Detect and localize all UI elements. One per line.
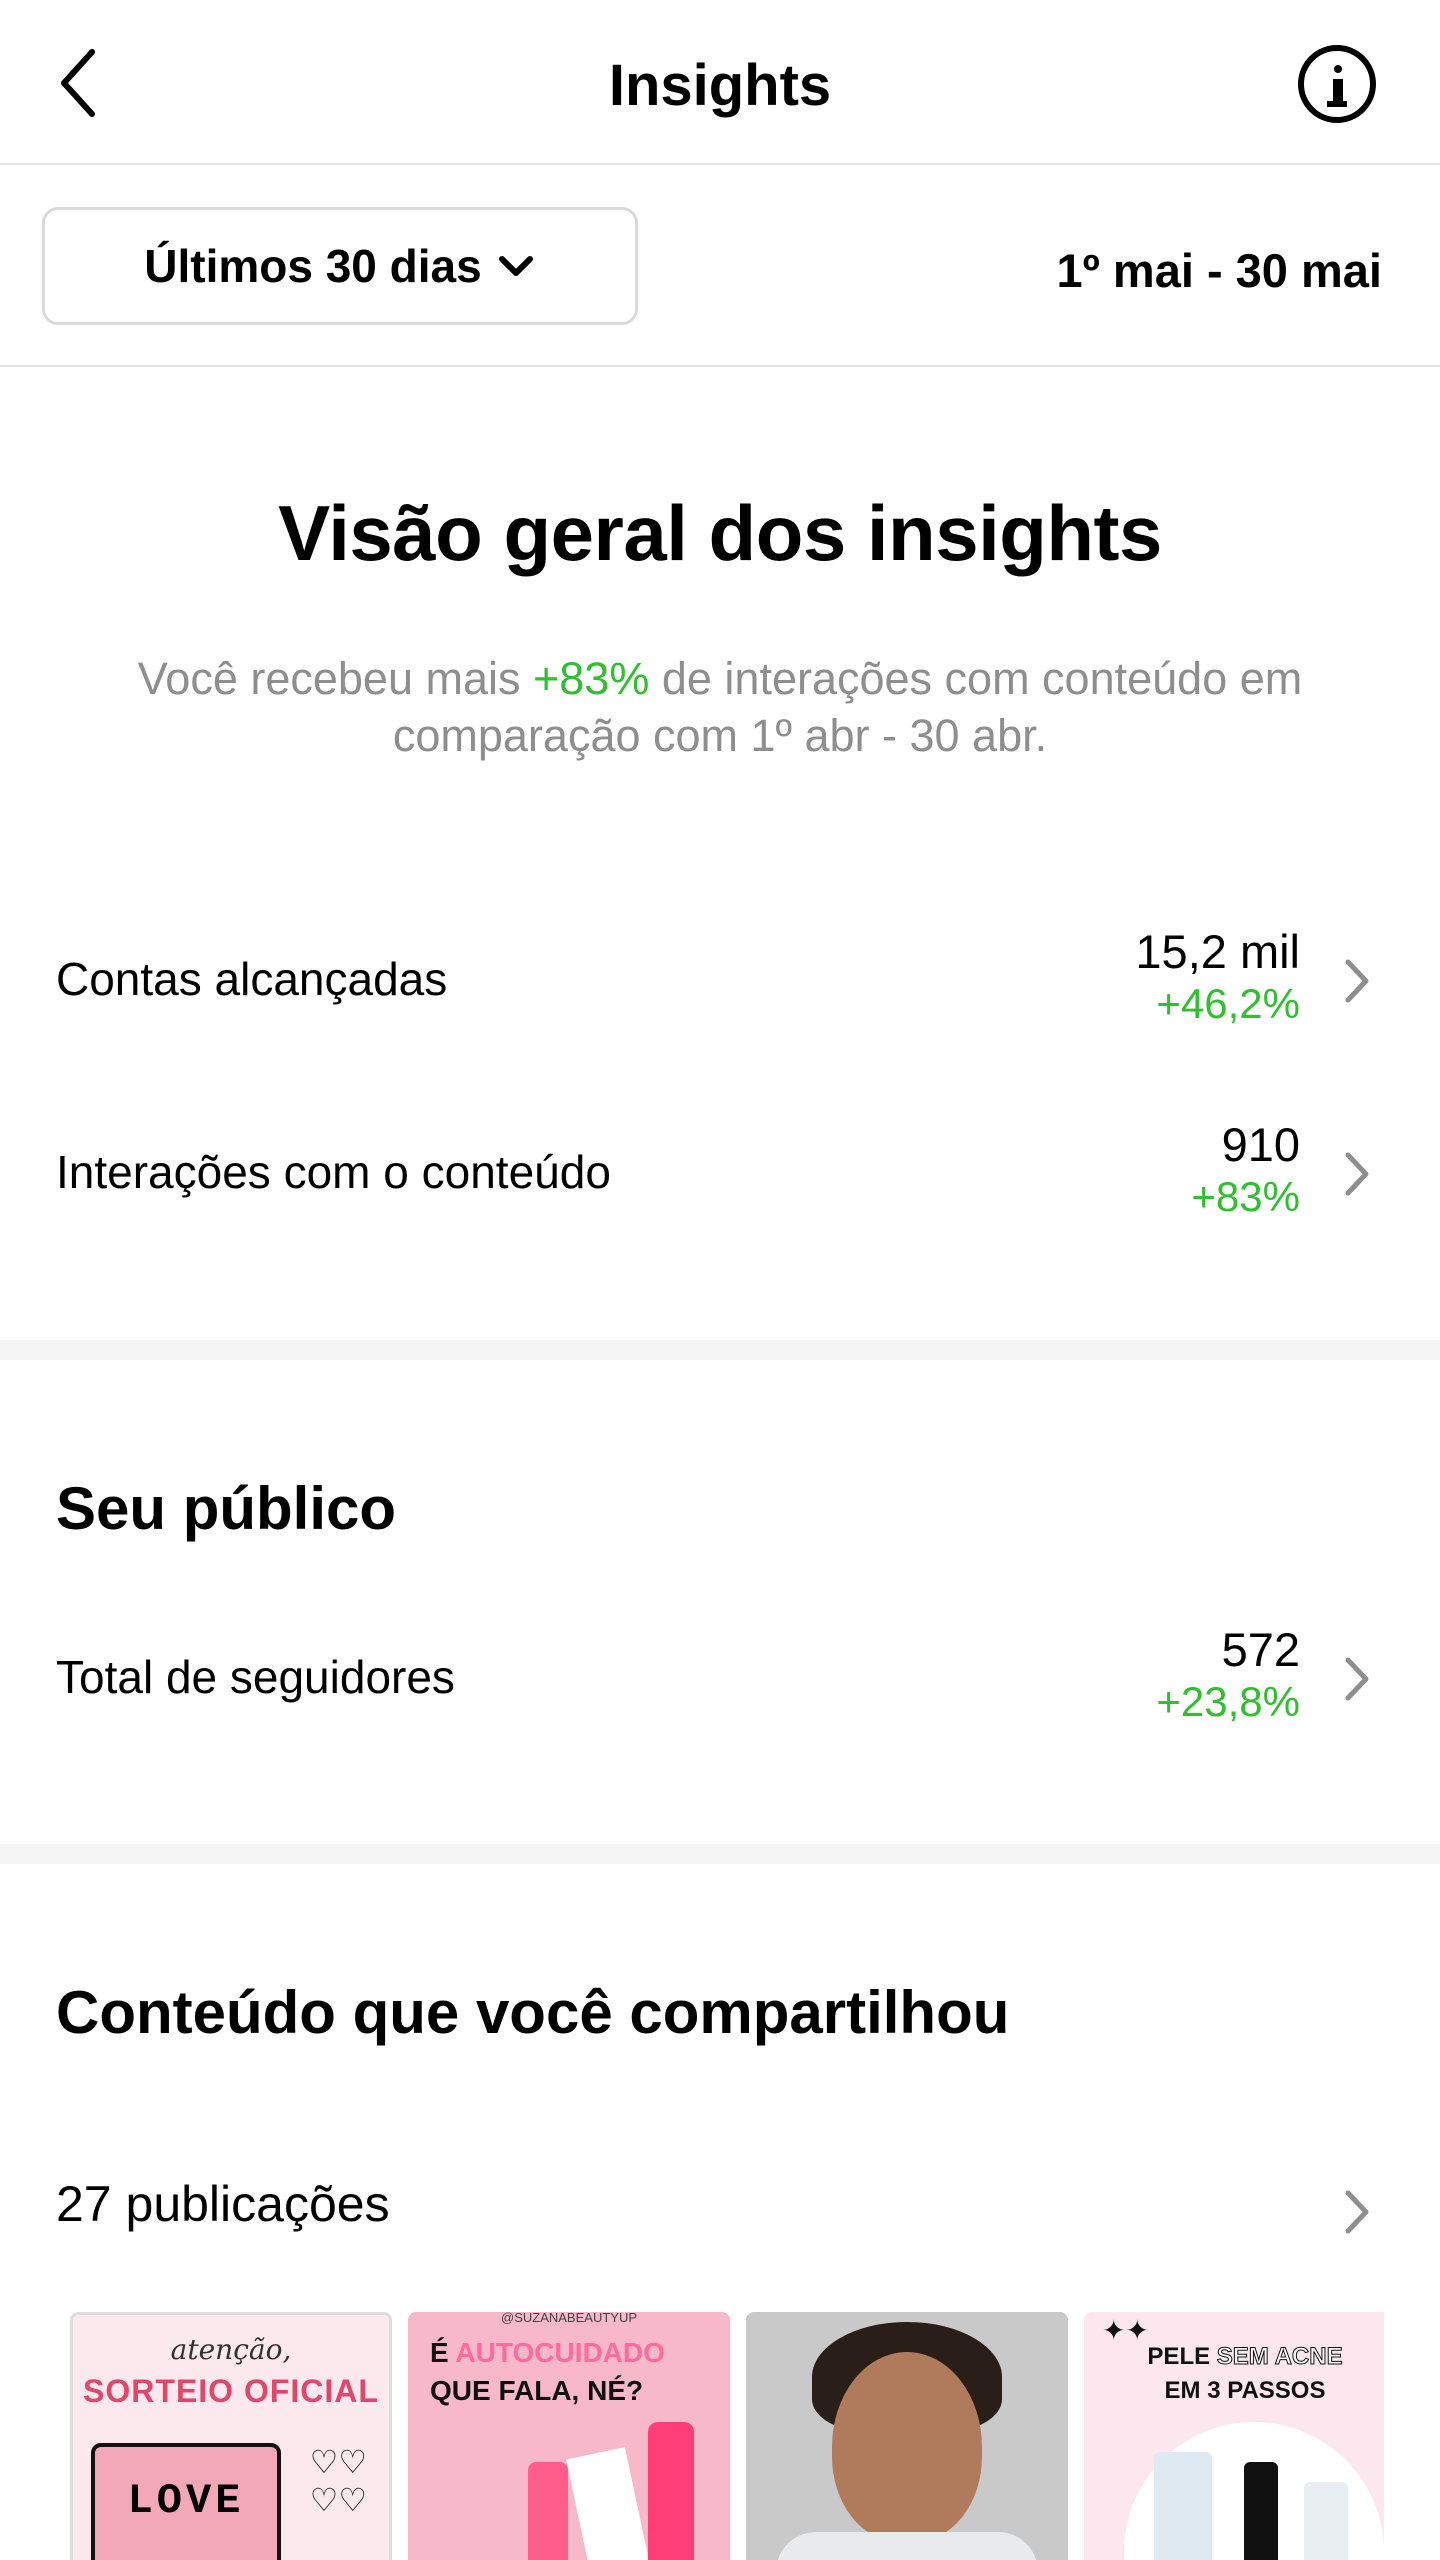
post-thumbnails: atenção, SORTEIO OFICIAL LOVE ♡♡ ♡♡ @SUZA…: [70, 2312, 1384, 2560]
product-bottle: [648, 2422, 694, 2560]
bag-illustration: LOVE: [91, 2443, 281, 2560]
product-tube: [1304, 2482, 1348, 2560]
thumbnail-caption: atenção,: [170, 2333, 292, 2366]
portrait-face: [832, 2352, 982, 2542]
metric-change: +23,8%: [1156, 1678, 1300, 1725]
post-thumbnail[interactable]: @SUZANABEAUTYUP É AUTOCUIDADO QUE FALA, …: [408, 2312, 730, 2560]
metric-change: +83%: [1191, 1173, 1300, 1220]
posts-count-label: 27 publicações: [56, 2176, 390, 2232]
thumbnail-headline: PELE SEM ACNE EM 3 PASSOS: [1147, 2343, 1343, 2405]
bag-text: LOVE: [127, 2477, 245, 2525]
metric-value: 15,2 mil: [1135, 925, 1300, 978]
post-thumbnail[interactable]: ✦✦ PELE SEM ACNE EM 3 PASSOS: [1084, 2312, 1384, 2560]
period-dropdown[interactable]: Últimos 30 dias: [42, 207, 638, 325]
filter-bar: Últimos 30 dias 1º mai - 30 mai: [0, 167, 1440, 367]
product-tube: [1154, 2452, 1212, 2560]
summary-text-start: Você recebeu mais: [137, 653, 533, 704]
chevron-right-icon: [1345, 1152, 1369, 1196]
info-icon[interactable]: [1298, 45, 1376, 123]
posts-count-row[interactable]: 27 publicações: [56, 2145, 1440, 2275]
portrait-shirt: [776, 2532, 1038, 2560]
product-bottle: [528, 2462, 568, 2560]
hearts-icon: ♡♡ ♡♡: [309, 2444, 367, 2518]
audience-section-title: Seu público: [56, 1475, 397, 1542]
metric-value: 910: [1221, 1118, 1300, 1171]
product-pump: [1244, 2462, 1278, 2560]
section-divider: [0, 1844, 1440, 1864]
period-label: Últimos 30 dias: [144, 240, 482, 292]
page-title: Insights: [608, 53, 832, 118]
overview-summary: Você recebeu mais +83% de interações com…: [120, 650, 1320, 764]
overview-title: Visão geral dos insights: [278, 489, 1162, 577]
top-nav-bar: Insights: [0, 0, 1440, 165]
post-thumbnail[interactable]: [746, 2312, 1068, 2560]
date-range: 1º mai - 30 mai: [1056, 244, 1382, 297]
metric-row-accounts-reached[interactable]: Contas alcançadas 15,2 mil +46,2%: [0, 918, 1440, 1048]
section-divider: [0, 1340, 1440, 1360]
metric-label: Contas alcançadas: [56, 953, 448, 1005]
post-thumbnail[interactable]: atenção, SORTEIO OFICIAL LOVE ♡♡ ♡♡: [70, 2312, 392, 2560]
metric-change: +46,2%: [1156, 980, 1300, 1027]
summary-percentage: +83%: [533, 653, 650, 704]
metric-row-content-interactions[interactable]: Interações com o conteúdo 910 +83%: [0, 1111, 1440, 1241]
thumbnail-headline: É AUTOCUIDADO QUE FALA, NÉ?: [430, 2337, 665, 2406]
chevron-down-icon: [498, 256, 533, 276]
chevron-right-icon: [1345, 2190, 1369, 2234]
chevron-right-icon: [1345, 1657, 1369, 1701]
content-section-title: Conteúdo que você compartilhou: [56, 1979, 1010, 2046]
metric-row-total-followers[interactable]: Total de seguidores 572 +23,8%: [0, 1616, 1440, 1746]
chevron-right-icon: [1345, 959, 1369, 1003]
thumbnail-handle: @SUZANABEAUTYUP: [501, 2312, 637, 2325]
product-box: [566, 2447, 650, 2560]
metric-value: 572: [1221, 1623, 1300, 1676]
thumbnail-headline: SORTEIO OFICIAL: [83, 2373, 379, 2409]
metric-label: Total de seguidores: [56, 1651, 455, 1703]
metric-label: Interações com o conteúdo: [56, 1146, 611, 1198]
